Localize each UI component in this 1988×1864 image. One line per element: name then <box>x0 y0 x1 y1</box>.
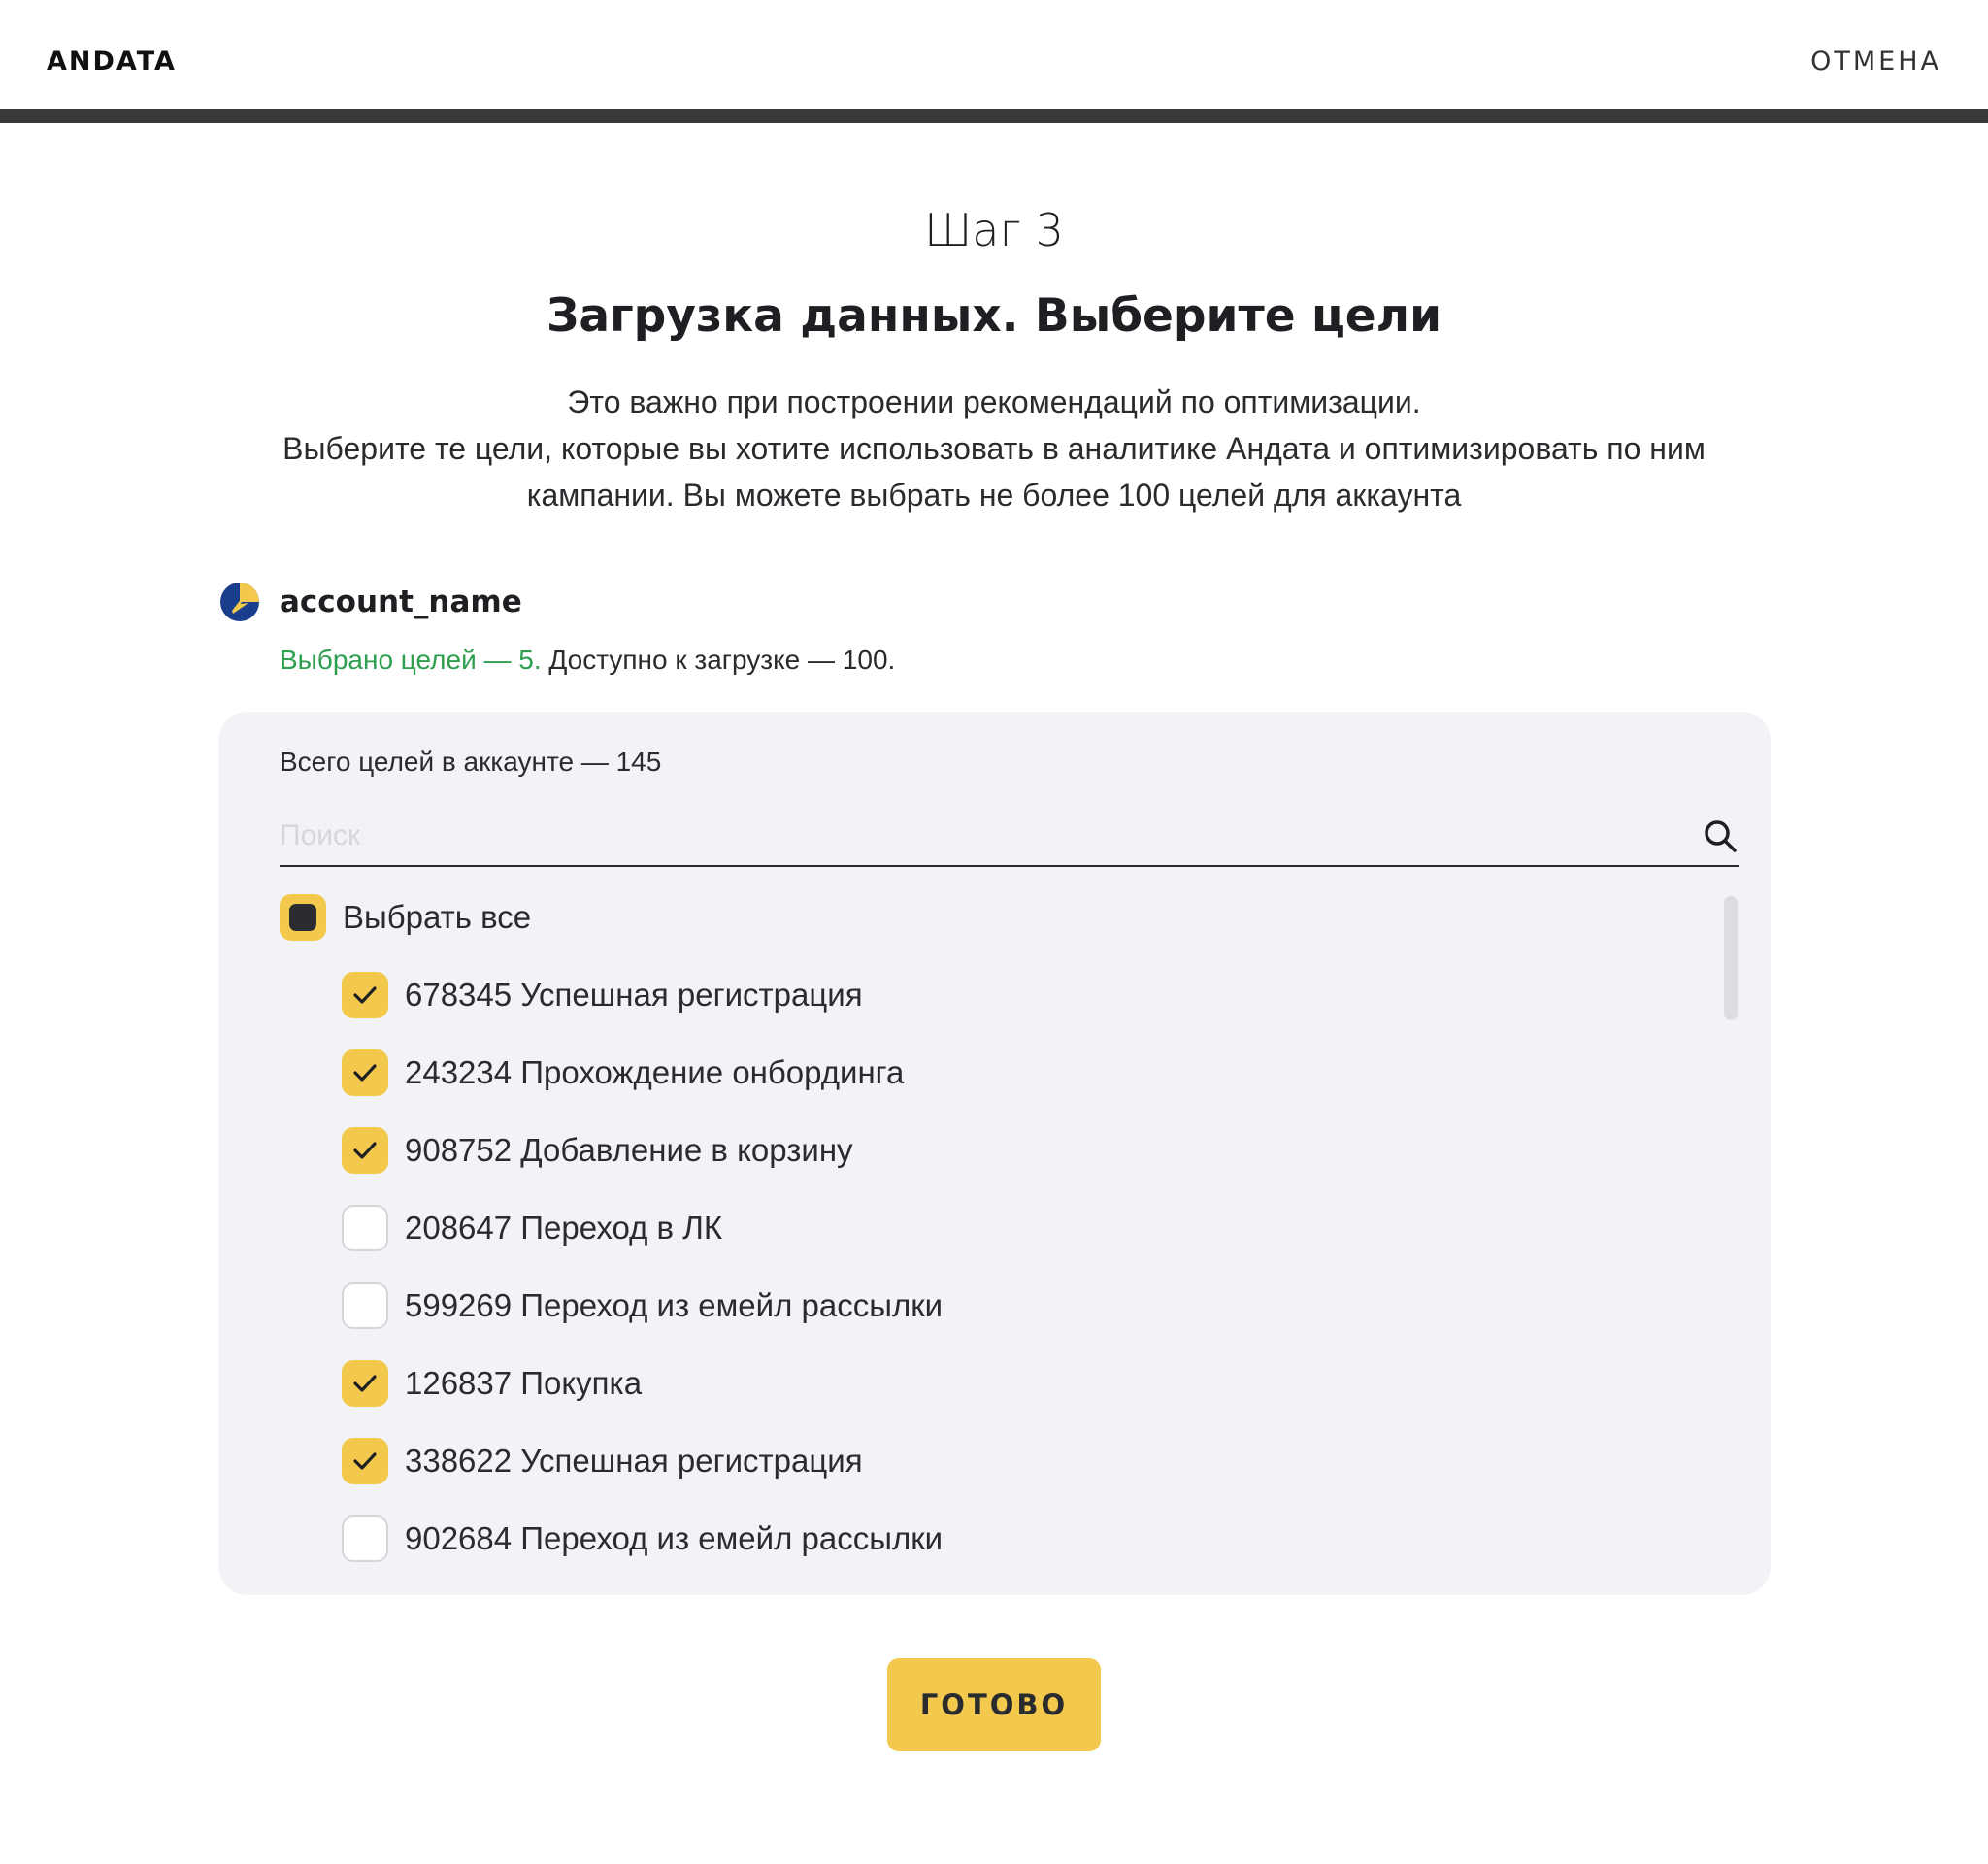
goal-id: 678345 <box>405 977 513 1013</box>
goal-checkbox[interactable] <box>342 1127 388 1174</box>
goal-label: 902684 Переход из емейл рассылки <box>405 1520 943 1557</box>
account-logo-icon <box>220 582 259 621</box>
top-bar: ANDATA ОТМЕНА <box>0 0 1988 109</box>
goal-row[interactable]: 599269 Переход из емейл рассылки <box>342 1282 943 1329</box>
goal-row[interactable]: 902684 Переход из емейл рассылки <box>342 1515 943 1562</box>
cancel-button[interactable]: ОТМЕНА <box>1810 47 1941 77</box>
goal-name: Успешная регистрация <box>520 977 863 1013</box>
goal-checkbox[interactable] <box>342 1515 388 1562</box>
goal-checkbox[interactable] <box>342 1282 388 1329</box>
goal-row[interactable]: 678345 Успешная регистрация <box>342 972 863 1018</box>
goal-label: 208647 Переход в ЛК <box>405 1210 722 1247</box>
description-line: кампании. Вы можете выбрать не более 100… <box>526 478 1462 513</box>
goal-name: Успешная регистрация <box>520 1443 863 1479</box>
goal-id: 338622 <box>405 1443 513 1479</box>
goal-name: Переход в ЛК <box>520 1210 723 1246</box>
page-title: Загрузка данных. Выберите цели <box>546 289 1442 343</box>
goal-label: 908752 Добавление в корзину <box>405 1132 853 1169</box>
goal-name: Добавление в корзину <box>520 1132 853 1168</box>
goal-id: 126837 <box>405 1365 513 1401</box>
selected-count: Выбрано целей — 5. <box>280 645 542 675</box>
partial-indicator <box>289 904 316 931</box>
select-all-checkbox[interactable] <box>280 894 326 941</box>
available-count: Доступно к загрузке — 100. <box>548 645 896 675</box>
goal-checkbox[interactable] <box>342 1205 388 1251</box>
goal-row[interactable]: 208647 Переход в ЛК <box>342 1205 722 1251</box>
header-divider <box>0 109 1988 123</box>
goal-label: 126837 Покупка <box>405 1365 642 1402</box>
description-line: Это важно при построении рекомендаций по… <box>567 384 1421 419</box>
search-field <box>280 809 1740 867</box>
goal-name: Прохождение онбординга <box>520 1054 905 1090</box>
goal-id: 902684 <box>405 1520 513 1556</box>
description-line: Выберите те цели, которые вы хотите испо… <box>282 431 1706 466</box>
select-all-label: Выбрать все <box>343 899 532 935</box>
checkmark-icon <box>353 1375 377 1392</box>
goal-id: 243234 <box>405 1054 513 1090</box>
search-input[interactable] <box>280 809 1658 863</box>
search-icon[interactable] <box>1701 816 1740 855</box>
goal-label: 599269 Переход из емейл рассылки <box>405 1287 943 1324</box>
step-indicator: Шаг 3 <box>924 204 1064 256</box>
goal-name: Переход из емейл рассылки <box>520 1287 944 1323</box>
goal-name: Покупка <box>520 1365 643 1401</box>
select-all-row[interactable]: Выбрать все <box>280 894 531 941</box>
goal-checkbox[interactable] <box>342 972 388 1018</box>
goal-checkbox[interactable] <box>342 1438 388 1484</box>
goal-row[interactable]: 126837 Покупка <box>342 1360 642 1407</box>
goals-list[interactable]: Выбрать все 678345 Успешная регистрация 2… <box>280 894 1740 1593</box>
list-scrollbar[interactable] <box>1724 896 1738 1020</box>
account-name: account_name <box>280 584 522 619</box>
account-header: account_name <box>219 579 522 625</box>
goal-label: 243234 Прохождение онбординга <box>405 1054 904 1091</box>
goal-id: 908752 <box>405 1132 513 1168</box>
goal-checkbox[interactable] <box>342 1049 388 1096</box>
selection-summary: Выбрано целей — 5. Доступно к загрузке —… <box>280 645 895 676</box>
checkmark-icon <box>353 1452 377 1470</box>
goal-label: 678345 Успешная регистрация <box>405 977 863 1014</box>
goal-checkbox[interactable] <box>342 1360 388 1407</box>
checkmark-icon <box>353 1064 377 1082</box>
goal-label: 338622 Успешная регистрация <box>405 1443 863 1480</box>
goal-row[interactable]: 338622 Успешная регистрация <box>342 1438 863 1484</box>
checkmark-icon <box>353 986 377 1004</box>
goal-id: 208647 <box>405 1210 513 1246</box>
goal-row[interactable]: 908752 Добавление в корзину <box>342 1127 853 1174</box>
total-goals-text: Всего целей в аккаунте — 145 <box>280 747 662 777</box>
goal-name: Переход из емейл рассылки <box>520 1520 944 1556</box>
page-description: Это важно при построении рекомендаций по… <box>194 379 1794 518</box>
done-button[interactable]: ГОТОВО <box>887 1658 1101 1751</box>
goal-id: 599269 <box>405 1287 513 1323</box>
goal-row[interactable]: 243234 Прохождение онбординга <box>342 1049 904 1096</box>
goals-panel: Всего целей в аккаунте — 145 Выбрать все… <box>218 712 1771 1595</box>
checkmark-icon <box>353 1142 377 1159</box>
app-logo[interactable]: ANDATA <box>47 47 177 77</box>
